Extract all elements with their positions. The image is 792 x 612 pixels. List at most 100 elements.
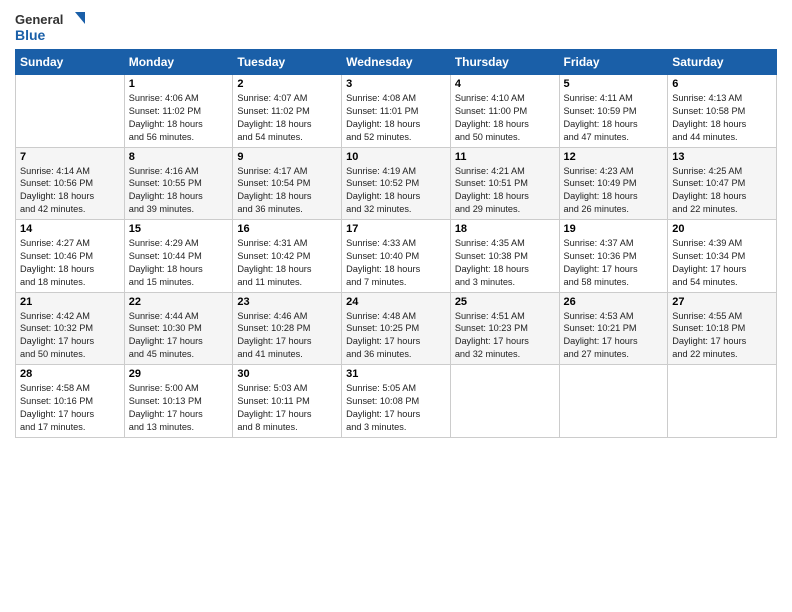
calendar-cell: 22 Sunrise: 4:44 AM Sunset: 10:30 PM Dayl… bbox=[124, 292, 233, 365]
day-number: 15 bbox=[129, 223, 229, 235]
day-number: 4 bbox=[455, 78, 555, 90]
calendar-cell bbox=[450, 365, 559, 438]
header-row: SundayMondayTuesdayWednesdayThursdayFrid… bbox=[16, 50, 777, 75]
calendar-cell: 21Sunrise: 4:42 AM Sunset: 10:32 PM Dayl… bbox=[16, 292, 125, 365]
cell-content: Sunrise: 4:39 AM Sunset: 10:34 PM Daylig… bbox=[672, 237, 772, 289]
svg-text:Blue: Blue bbox=[15, 27, 46, 43]
calendar-cell: 24 Sunrise: 4:48 AM Sunset: 10:25 PM Dayl… bbox=[342, 292, 451, 365]
calendar-cell bbox=[559, 365, 668, 438]
day-number: 28 bbox=[20, 368, 120, 380]
calendar-cell: 12 Sunrise: 4:23 AM Sunset: 10:49 PM Dayl… bbox=[559, 147, 668, 220]
calendar-cell bbox=[16, 75, 125, 148]
day-number: 3 bbox=[346, 78, 446, 90]
week-row-1: 1Sunrise: 4:06 AM Sunset: 11:02 PM Dayli… bbox=[16, 75, 777, 148]
calendar-cell: 9 Sunrise: 4:17 AM Sunset: 10:54 PM Dayli… bbox=[233, 147, 342, 220]
cell-content: Sunrise: 4:51 AM Sunset: 10:23 PM Daylig… bbox=[455, 310, 555, 362]
day-number: 19 bbox=[564, 223, 664, 235]
calendar-cell: 15 Sunrise: 4:29 AM Sunset: 10:44 PM Dayl… bbox=[124, 220, 233, 293]
day-number: 25 bbox=[455, 296, 555, 308]
cell-content: Sunrise: 4:55 AM Sunset: 10:18 PM Daylig… bbox=[672, 310, 772, 362]
calendar-cell: 4 Sunrise: 4:10 AM Sunset: 11:00 PM Dayli… bbox=[450, 75, 559, 148]
calendar-cell: 23Sunrise: 4:46 AM Sunset: 10:28 PM Dayl… bbox=[233, 292, 342, 365]
day-number: 27 bbox=[672, 296, 772, 308]
calendar-cell: 7Sunrise: 4:14 AM Sunset: 10:56 PM Dayli… bbox=[16, 147, 125, 220]
day-header-friday: Friday bbox=[559, 50, 668, 75]
cell-content: Sunrise: 5:03 AM Sunset: 10:11 PM Daylig… bbox=[237, 382, 337, 434]
cell-content: Sunrise: 4:07 AM Sunset: 11:02 PM Daylig… bbox=[237, 92, 337, 144]
week-row-3: 14 Sunrise: 4:27 AM Sunset: 10:46 PM Dayl… bbox=[16, 220, 777, 293]
week-row-5: 28 Sunrise: 4:58 AM Sunset: 10:16 PM Dayl… bbox=[16, 365, 777, 438]
logo: General Blue bbox=[15, 10, 85, 45]
calendar-cell: 17 Sunrise: 4:33 AM Sunset: 10:40 PM Dayl… bbox=[342, 220, 451, 293]
day-number: 9 bbox=[237, 151, 337, 163]
calendar-cell: 14 Sunrise: 4:27 AM Sunset: 10:46 PM Dayl… bbox=[16, 220, 125, 293]
calendar-cell: 29Sunrise: 5:00 AM Sunset: 10:13 PM Dayl… bbox=[124, 365, 233, 438]
calendar-cell: 25 Sunrise: 4:51 AM Sunset: 10:23 PM Dayl… bbox=[450, 292, 559, 365]
day-header-sunday: Sunday bbox=[16, 50, 125, 75]
cell-content: Sunrise: 4:35 AM Sunset: 10:38 PM Daylig… bbox=[455, 237, 555, 289]
header: General Blue bbox=[15, 10, 777, 45]
day-header-thursday: Thursday bbox=[450, 50, 559, 75]
calendar-cell: 30Sunrise: 5:03 AM Sunset: 10:11 PM Dayl… bbox=[233, 365, 342, 438]
calendar-cell: 8 Sunrise: 4:16 AM Sunset: 10:55 PM Dayli… bbox=[124, 147, 233, 220]
cell-content: Sunrise: 4:42 AM Sunset: 10:32 PM Daylig… bbox=[20, 310, 120, 362]
cell-content: Sunrise: 4:19 AM Sunset: 10:52 PM Daylig… bbox=[346, 165, 446, 217]
calendar-cell: 3Sunrise: 4:08 AM Sunset: 11:01 PM Dayli… bbox=[342, 75, 451, 148]
day-number: 12 bbox=[564, 151, 664, 163]
cell-content: Sunrise: 4:11 AM Sunset: 10:59 PM Daylig… bbox=[564, 92, 664, 144]
day-number: 31 bbox=[346, 368, 446, 380]
day-number: 8 bbox=[129, 151, 229, 163]
day-number: 13 bbox=[672, 151, 772, 163]
calendar-cell: 20 Sunrise: 4:39 AM Sunset: 10:34 PM Dayl… bbox=[668, 220, 777, 293]
day-number: 24 bbox=[346, 296, 446, 308]
cell-content: Sunrise: 4:46 AM Sunset: 10:28 PM Daylig… bbox=[237, 310, 337, 362]
day-number: 6 bbox=[672, 78, 772, 90]
svg-text:General: General bbox=[15, 12, 63, 27]
cell-content: Sunrise: 4:48 AM Sunset: 10:25 PM Daylig… bbox=[346, 310, 446, 362]
day-number: 20 bbox=[672, 223, 772, 235]
day-number: 14 bbox=[20, 223, 120, 235]
cell-content: Sunrise: 4:06 AM Sunset: 11:02 PM Daylig… bbox=[129, 92, 229, 144]
cell-content: Sunrise: 5:05 AM Sunset: 10:08 PM Daylig… bbox=[346, 382, 446, 434]
cell-content: Sunrise: 4:13 AM Sunset: 10:58 PM Daylig… bbox=[672, 92, 772, 144]
cell-content: Sunrise: 4:17 AM Sunset: 10:54 PM Daylig… bbox=[237, 165, 337, 217]
day-number: 11 bbox=[455, 151, 555, 163]
cell-content: Sunrise: 4:37 AM Sunset: 10:36 PM Daylig… bbox=[564, 237, 664, 289]
calendar-table: SundayMondayTuesdayWednesdayThursdayFrid… bbox=[15, 49, 777, 438]
calendar-cell: 5 Sunrise: 4:11 AM Sunset: 10:59 PM Dayli… bbox=[559, 75, 668, 148]
cell-content: Sunrise: 4:16 AM Sunset: 10:55 PM Daylig… bbox=[129, 165, 229, 217]
day-number: 29 bbox=[129, 368, 229, 380]
day-number: 26 bbox=[564, 296, 664, 308]
calendar-cell: 26Sunrise: 4:53 AM Sunset: 10:21 PM Dayl… bbox=[559, 292, 668, 365]
day-number: 22 bbox=[129, 296, 229, 308]
cell-content: Sunrise: 4:44 AM Sunset: 10:30 PM Daylig… bbox=[129, 310, 229, 362]
cell-content: Sunrise: 4:27 AM Sunset: 10:46 PM Daylig… bbox=[20, 237, 120, 289]
cell-content: Sunrise: 4:23 AM Sunset: 10:49 PM Daylig… bbox=[564, 165, 664, 217]
calendar-cell: 28 Sunrise: 4:58 AM Sunset: 10:16 PM Dayl… bbox=[16, 365, 125, 438]
calendar-cell: 2 Sunrise: 4:07 AM Sunset: 11:02 PM Dayli… bbox=[233, 75, 342, 148]
day-number: 17 bbox=[346, 223, 446, 235]
day-number: 2 bbox=[237, 78, 337, 90]
calendar-cell: 10Sunrise: 4:19 AM Sunset: 10:52 PM Dayl… bbox=[342, 147, 451, 220]
day-number: 18 bbox=[455, 223, 555, 235]
day-number: 5 bbox=[564, 78, 664, 90]
calendar-cell: 13Sunrise: 4:25 AM Sunset: 10:47 PM Dayl… bbox=[668, 147, 777, 220]
day-number: 7 bbox=[20, 151, 120, 163]
calendar-cell: 31 Sunrise: 5:05 AM Sunset: 10:08 PM Dayl… bbox=[342, 365, 451, 438]
day-header-tuesday: Tuesday bbox=[233, 50, 342, 75]
day-header-monday: Monday bbox=[124, 50, 233, 75]
cell-content: Sunrise: 4:33 AM Sunset: 10:40 PM Daylig… bbox=[346, 237, 446, 289]
cell-content: Sunrise: 4:10 AM Sunset: 11:00 PM Daylig… bbox=[455, 92, 555, 144]
day-header-saturday: Saturday bbox=[668, 50, 777, 75]
week-row-2: 7Sunrise: 4:14 AM Sunset: 10:56 PM Dayli… bbox=[16, 147, 777, 220]
calendar-cell: 18 Sunrise: 4:35 AM Sunset: 10:38 PM Dayl… bbox=[450, 220, 559, 293]
calendar-cell: 6 Sunrise: 4:13 AM Sunset: 10:58 PM Dayli… bbox=[668, 75, 777, 148]
cell-content: Sunrise: 4:29 AM Sunset: 10:44 PM Daylig… bbox=[129, 237, 229, 289]
day-number: 16 bbox=[237, 223, 337, 235]
cell-content: Sunrise: 4:58 AM Sunset: 10:16 PM Daylig… bbox=[20, 382, 120, 434]
cell-content: Sunrise: 4:21 AM Sunset: 10:51 PM Daylig… bbox=[455, 165, 555, 217]
calendar-cell: 11 Sunrise: 4:21 AM Sunset: 10:51 PM Dayl… bbox=[450, 147, 559, 220]
week-row-4: 21Sunrise: 4:42 AM Sunset: 10:32 PM Dayl… bbox=[16, 292, 777, 365]
calendar-cell: 27 Sunrise: 4:55 AM Sunset: 10:18 PM Dayl… bbox=[668, 292, 777, 365]
calendar-cell: 19 Sunrise: 4:37 AM Sunset: 10:36 PM Dayl… bbox=[559, 220, 668, 293]
